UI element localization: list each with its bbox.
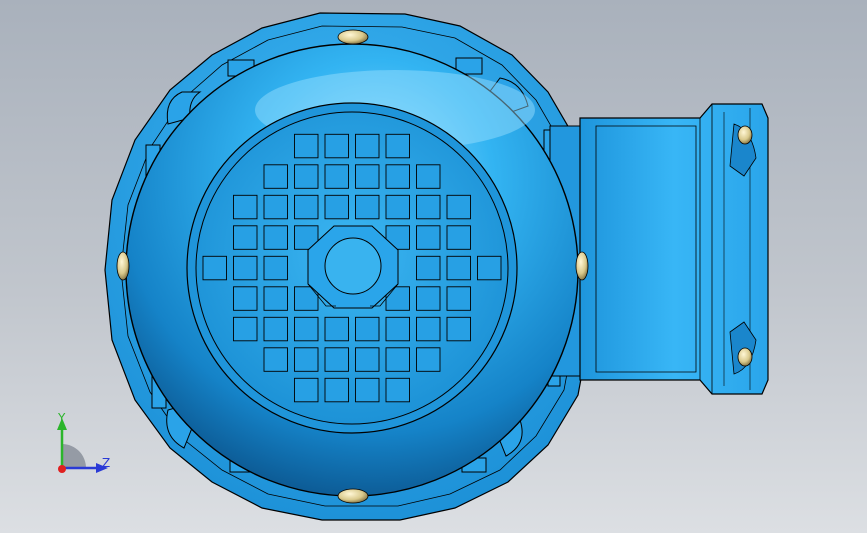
motor-model[interactable] [0, 0, 867, 533]
vent-slot [233, 286, 258, 311]
vent-slot [263, 225, 288, 250]
vent-slot [233, 316, 258, 342]
vent-slot [294, 347, 319, 372]
z-axis-label: Z [102, 456, 111, 470]
housing-bolt-top [337, 29, 369, 45]
vent-slot [385, 347, 410, 372]
vent-slot [202, 255, 227, 281]
vent-slot [294, 164, 319, 189]
vent-slot [355, 377, 380, 403]
vent-slot [324, 133, 349, 159]
vent-slot [446, 286, 471, 311]
vent-slot [324, 377, 349, 403]
vent-slot [294, 133, 319, 159]
vent-slot [233, 255, 258, 281]
terminal-box[interactable] [549, 103, 769, 395]
housing-bolt-left [116, 251, 130, 281]
vent-slot [263, 255, 288, 281]
vent-slot [355, 133, 380, 159]
vent-slot [355, 347, 380, 372]
vent-slot [294, 194, 319, 220]
vent-slot [263, 286, 288, 311]
vent-slot [385, 377, 410, 403]
vent-slot [324, 316, 349, 342]
vent-slot [294, 316, 319, 342]
vent-slot [477, 255, 502, 281]
vent-slot [294, 377, 319, 403]
vent-slot [416, 316, 441, 342]
graphics-viewport[interactable]: Y Z [0, 0, 867, 533]
vent-slot [355, 194, 380, 220]
triad-plane-shade [62, 444, 86, 468]
vent-slot [324, 164, 349, 189]
vent-slot [355, 164, 380, 189]
vent-slot [416, 225, 441, 250]
x-axis-point-icon [58, 465, 66, 473]
vent-slot [446, 255, 471, 281]
vent-slot [233, 225, 258, 250]
y-axis-label: Y [58, 411, 66, 425]
vent-slot [233, 194, 258, 220]
vent-slot [263, 347, 288, 372]
vent-slot [416, 286, 441, 311]
vent-slot [416, 164, 441, 189]
housing-bolt-right [575, 251, 589, 281]
vent-slot [385, 164, 410, 189]
vent-slot [263, 194, 288, 220]
vent-slot [446, 194, 471, 220]
vent-slot [446, 316, 471, 342]
vent-slot [263, 164, 288, 189]
vent-slot [355, 316, 380, 342]
terminal-bolt-bottom [737, 347, 753, 367]
vent-slot [324, 347, 349, 372]
vent-slot [416, 347, 441, 372]
vent-slot [416, 255, 441, 281]
vent-slot [324, 194, 349, 220]
vent-slot [263, 316, 288, 342]
terminal-bolt-top [737, 125, 753, 145]
vent-slot [385, 194, 410, 220]
vent-slot [385, 316, 410, 342]
fan-hub [324, 237, 382, 295]
vent-slot [385, 133, 410, 159]
vent-slot [446, 225, 471, 250]
vent-slot [416, 194, 441, 220]
housing-bolt-bottom [337, 488, 369, 504]
